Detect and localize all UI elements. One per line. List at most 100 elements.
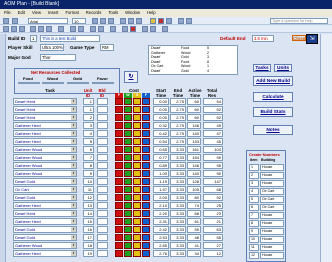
border-icon[interactable] (178, 18, 184, 24)
table-row[interactable]: Dwarf Herd ▾ 1 0.00 2.75 60 52 (7, 106, 279, 114)
bld-id-field[interactable] (97, 186, 108, 193)
chevron-down-icon[interactable]: ▾ (71, 235, 76, 240)
undo-icon[interactable] (58, 26, 64, 32)
chevron-down-icon[interactable]: ▾ (71, 139, 76, 144)
item-number-field[interactable]: 11 (249, 244, 259, 251)
table-row[interactable]: Dwarf Gold ▾ 16 2.42 3.33 55 63 (7, 226, 279, 234)
unit-id-field[interactable]: 6 (83, 146, 94, 153)
chevron-down-icon[interactable]: ▾ (71, 99, 76, 104)
chevron-down-icon[interactable]: ▾ (71, 155, 76, 160)
table-row[interactable]: Dwarf Herd ▾ 2 0.00 2.75 60 52 (7, 114, 279, 122)
create-numbers-row[interactable]: 4 Ox Cart (249, 188, 285, 195)
font-size-select[interactable]: 10 (72, 18, 86, 24)
unit-id-field[interactable]: 10 (83, 178, 94, 185)
task-select[interactable]: Gatherer Herd ▾ (13, 218, 77, 225)
table-row[interactable]: Gatherer Herd ▾ 3 0.32 2.75 146 49 (7, 122, 279, 130)
unit-id-field[interactable]: 13 (83, 202, 94, 209)
chevron-down-icon[interactable]: ▾ (71, 179, 76, 184)
new-record-icon[interactable] (122, 26, 128, 32)
chevron-down-icon[interactable]: ▾ (71, 147, 76, 152)
build-id-field[interactable]: 1 (30, 35, 37, 42)
building-select[interactable]: House (260, 220, 284, 227)
print-icon[interactable] (11, 26, 17, 32)
refresh-icon[interactable]: ↻ (124, 71, 138, 83)
bld-id-field[interactable] (97, 138, 108, 145)
bld-id-field[interactable] (97, 146, 108, 153)
create-numbers-row[interactable]: 11 House (249, 244, 285, 251)
table-row[interactable]: Gatherer Wood ▾ 8 0.89 3.33 146 95 (7, 162, 279, 170)
menu-item-window[interactable]: Window (125, 10, 140, 15)
bld-id-field[interactable] (97, 98, 108, 105)
task-select[interactable]: Dwarf Herd ▾ (13, 114, 77, 121)
unit-id-field[interactable]: 15 (83, 218, 94, 225)
item-number-field[interactable]: 12 (249, 252, 259, 259)
font-select[interactable]: Arial (28, 18, 68, 24)
table-row[interactable]: Ox Cart ▾ 11 1.57 3.33 105 68 (7, 186, 279, 194)
create-numbers-row[interactable]: 10 House (249, 236, 285, 243)
apply-filter-icon[interactable] (98, 26, 104, 32)
chevron-down-icon[interactable]: ▾ (71, 243, 76, 248)
unit-id-field[interactable]: 19 (83, 250, 94, 257)
table-row[interactable]: Dwarf Herd ▾ 14 2.20 3.33 68 23 (7, 210, 279, 218)
building-select[interactable]: House (260, 244, 284, 251)
add-new-build-button[interactable]: Add New Build (253, 76, 293, 86)
paste-icon[interactable] (46, 26, 52, 32)
table-row[interactable]: Dwarf Gold ▾ 12 2.00 3.33 80 92 (7, 194, 279, 202)
player-skill-select[interactable]: Ultra 100% (40, 44, 64, 51)
unit-id-field[interactable]: 1 (83, 98, 94, 105)
unit-id-field[interactable]: 9 (83, 170, 94, 177)
chevron-down-icon[interactable]: ▾ (71, 115, 76, 120)
task-select[interactable]: Gatherer Herd ▾ (13, 130, 77, 137)
table-row[interactable]: Gatherer Herd ▾ 5 0.54 2.75 133 45 (7, 138, 279, 146)
task-select[interactable]: Dwarf Herd ▾ (13, 98, 77, 105)
bld-id-field[interactable] (97, 250, 108, 257)
new-object-icon[interactable] (150, 26, 156, 32)
table-row[interactable]: Gatherer Wood ▾ 9 1.00 3.33 140 90 (7, 170, 279, 178)
create-numbers-row[interactable]: 5 Ox Cart (249, 196, 285, 203)
major-god-select[interactable]: Thor (40, 54, 76, 61)
align-center-icon[interactable] (128, 18, 134, 24)
bld-id-field[interactable] (97, 106, 108, 113)
building-select[interactable]: House (260, 236, 284, 243)
building-select[interactable]: House (260, 164, 284, 171)
task-select[interactable]: Dwarf Gold ▾ (13, 234, 77, 241)
unit-id-field[interactable]: 8 (83, 162, 94, 169)
task-select[interactable]: Dwarf Gold ▾ (13, 178, 77, 185)
default-end-field[interactable]: 3.5 min (252, 35, 274, 42)
underline-icon[interactable] (108, 18, 114, 24)
effect-icon[interactable] (186, 18, 192, 24)
save-icon[interactable] (3, 26, 9, 32)
table-row[interactable]: Dwarf Herd ▾ 1 0.00 2.75 60 54 (7, 98, 279, 106)
copy-icon[interactable] (38, 26, 44, 32)
chevron-down-icon[interactable]: ▾ (71, 107, 76, 112)
menu-item-tools[interactable]: Tools (108, 10, 118, 15)
task-select[interactable]: Dwarf Gold ▾ (13, 194, 77, 201)
table-row[interactable]: Gatherer Wood ▾ 7 0.77 3.33 154 99 (7, 154, 279, 162)
building-select[interactable]: Ox Cart (260, 188, 284, 195)
unit-id-field[interactable]: 11 (83, 186, 94, 193)
task-select[interactable]: Gatherer Wood ▾ (13, 162, 77, 169)
menu-item-edit[interactable]: Edit (18, 10, 25, 15)
font-color-icon[interactable] (158, 18, 164, 24)
chevron-down-icon[interactable]: ▾ (71, 171, 76, 176)
task-select[interactable]: Gatherer Herd ▾ (13, 250, 77, 257)
fill-color-icon[interactable] (150, 18, 156, 24)
find-icon[interactable] (110, 26, 116, 32)
item-number-field[interactable]: 7 (249, 212, 259, 219)
unit-id-field[interactable]: 16 (83, 226, 94, 233)
table-row[interactable]: Gatherer Herd ▾ 19 2.76 3.33 34 12 (7, 250, 279, 258)
menu-item-records[interactable]: Records (86, 10, 102, 15)
help-search-input[interactable]: Type a question for help (270, 18, 328, 24)
task-select[interactable]: Ox Cart ▾ (13, 186, 77, 193)
unit-id-field[interactable]: 3 (83, 122, 94, 129)
chevron-down-icon[interactable]: ▾ (71, 203, 76, 208)
exit-door-icon[interactable]: ⇲ (306, 34, 318, 44)
filter-icon[interactable] (90, 26, 96, 32)
unit-id-field[interactable]: 14 (83, 210, 94, 217)
view-icon[interactable] (3, 18, 9, 24)
record-selector-column[interactable] (0, 34, 6, 262)
bld-id-field[interactable] (97, 130, 108, 137)
sort-desc-icon[interactable] (78, 26, 84, 32)
building-select[interactable]: House (260, 252, 284, 259)
task-select[interactable]: Gatherer Herd ▾ (13, 202, 77, 209)
